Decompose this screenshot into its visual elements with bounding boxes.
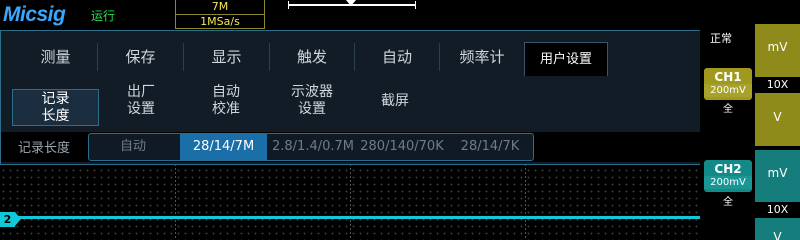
trigger-mode-label[interactable]: 正常 [710, 30, 732, 46]
subtab-label-line1: 自动 [212, 84, 240, 100]
subtab-label-line2: 设置 [298, 101, 326, 117]
tab-user-settings[interactable]: 用户设置 [524, 42, 608, 76]
tab-auto[interactable]: 自动 [355, 40, 439, 74]
ch1-badge[interactable]: CH1 200mV [704, 68, 752, 100]
subtab-label-line1: 出厂 [127, 84, 155, 100]
grid-division-line [350, 160, 351, 240]
top-status-bar: Micsig 运行 7M 1MSa/s [0, 0, 800, 30]
ch2-scale-column[interactable]: mV 10X V [755, 150, 800, 240]
brand-logo: Micsig [3, 3, 66, 26]
subtab-scope-settings[interactable]: 示波器 设置 [269, 81, 355, 121]
subtab-label-line1: 截屏 [381, 92, 409, 109]
acquisition-info[interactable]: 7M 1MSa/s [175, 0, 265, 29]
option-2-8-1-4-0-7m[interactable]: 2.8/1.4/0.7M [269, 134, 357, 160]
ch2-marker-label: 2 [0, 212, 15, 227]
option-28-14-7m[interactable]: 28/14/7M [180, 134, 267, 160]
ch2-probe-ratio[interactable]: 10X [755, 202, 800, 218]
option-28-14-7k[interactable]: 28/14/7K [447, 134, 533, 160]
marker-arrow-icon [15, 212, 21, 226]
sample-rate: 1MSa/s [200, 15, 240, 28]
tab-frequency-counter[interactable]: 频率计 [440, 40, 524, 74]
run-status[interactable]: 运行 [91, 7, 115, 24]
record-length-label: 记录长度 [18, 141, 71, 156]
subtab-label-line2: 校准 [212, 101, 240, 117]
ch1-unit-top[interactable]: mV [755, 40, 800, 54]
subtab-label-line2: 长度 [41, 107, 70, 124]
ch2-waveform-trace [0, 216, 700, 219]
subtab-screenshot[interactable]: 截屏 [352, 81, 438, 121]
submenu-bar: 记录 长度 出厂 设置 自动 校准 示波器 设置 截屏 [1, 77, 702, 126]
ch1-probe-ratio[interactable]: 10X [755, 77, 800, 93]
option-auto[interactable]: 自动 [89, 134, 177, 160]
ch2-vertical-scale: 200mV [704, 176, 752, 189]
subtab-record-length[interactable]: 记录 长度 [12, 89, 99, 126]
ch2-badge[interactable]: CH2 200mV [704, 160, 752, 192]
ch2-ground-marker[interactable]: 2 [0, 212, 21, 227]
record-length-row: 记录长度 自动 28/14/7M 2.8/1.4/0.7M 280/140/70… [1, 132, 702, 162]
subtab-label-line1: 示波器 [291, 84, 333, 100]
settings-menu-panel: 测量 保存 显示 触发 自动 频率计 用户设置 记录 长度 出厂 设置 自动 校… [0, 30, 703, 165]
option-280-140-70k[interactable]: 280/140/70K [357, 134, 447, 160]
tab-display[interactable]: 显示 [184, 40, 269, 74]
tab-save[interactable]: 保存 [98, 40, 183, 74]
ch1-vertical-scale: 200mV [704, 84, 752, 97]
tab-measure[interactable]: 测量 [14, 40, 97, 74]
ch2-bandwidth-label: 全 [723, 197, 733, 208]
ch1-name: CH1 [714, 70, 742, 84]
memory-depth: 7M [176, 0, 264, 15]
ch1-scale-column[interactable]: mV 10X V [755, 24, 800, 146]
subtab-factory-settings[interactable]: 出厂 设置 [98, 81, 184, 121]
menu-tab-bar: 测量 保存 显示 触发 自动 频率计 用户设置 [1, 31, 702, 77]
record-length-options: 自动 28/14/7M 2.8/1.4/0.7M 280/140/70K 28/… [88, 133, 534, 161]
ch1-bandwidth-label: 全 [723, 104, 733, 115]
ch2-unit-top[interactable]: mV [755, 166, 800, 180]
tab-trigger[interactable]: 触发 [270, 40, 354, 74]
ch2-unit-bottom[interactable]: V [755, 230, 800, 240]
grid-division-line [175, 160, 176, 240]
ch2-name: CH2 [714, 162, 742, 176]
subtab-label-line2: 设置 [127, 101, 155, 117]
ch1-unit-bottom[interactable]: V [755, 110, 800, 124]
subtab-label-line1: 记录 [41, 90, 70, 107]
trigger-position-icon[interactable] [346, 0, 356, 6]
subtab-auto-calibration[interactable]: 自动 校准 [183, 81, 269, 121]
grid-division-line [525, 160, 526, 240]
